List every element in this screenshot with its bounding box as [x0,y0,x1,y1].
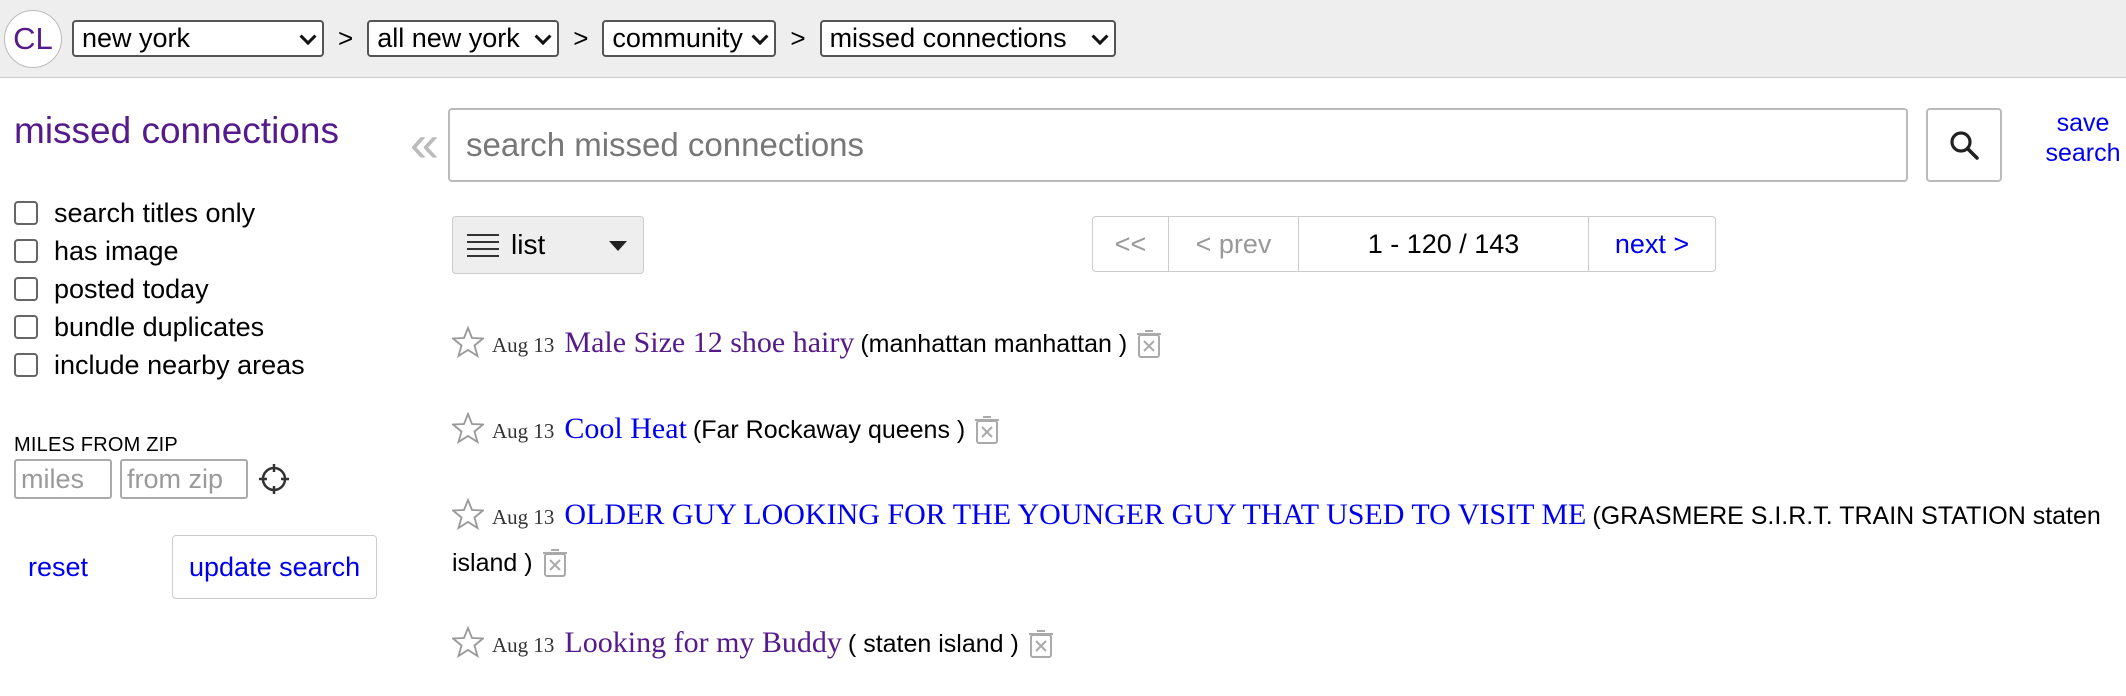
list-item: Aug 13 Male Size 12 shoe hairy (manhattan … [452,320,2126,368]
filter-label: has image [54,235,179,266]
subarea-select-value: all new york [377,23,520,53]
subarea-select[interactable]: all new york [367,20,560,57]
post-title-link[interactable]: OLDER GUY LOOKING FOR THE YOUNGER GUY TH… [564,498,1586,531]
filter-label: include nearby areas [54,349,305,380]
chevron-down-icon [299,27,317,45]
zip-input[interactable]: from zip [120,459,248,499]
category-select[interactable]: community [602,20,777,57]
filter-search-titles-only[interactable]: search titles only [14,194,394,232]
filter-has-image[interactable]: has image [14,232,394,270]
breadcrumb-separator: > [338,23,354,53]
search-icon [1950,131,1979,160]
posted-today-checkbox[interactable] [14,277,38,301]
include-nearby-areas-checkbox[interactable] [14,353,38,377]
miles-input[interactable]: miles [14,459,112,499]
area-select-value: new york [82,23,191,53]
post-date: Aug 13 [492,633,555,657]
save-search-line2: search [2045,139,2121,167]
post-date: Aug 13 [492,419,555,443]
pagination: << < prev 1 - 120 / 143 next > [1092,216,1716,272]
first-page-button[interactable]: << [1093,217,1169,271]
caret-down-icon [609,241,627,251]
post-title-link[interactable]: Looking for my Buddy [564,626,842,659]
result-range: 1 - 120 / 143 [1299,217,1589,271]
list-view-icon [467,234,499,257]
hide-trash-icon[interactable] [1135,329,1163,359]
collapse-sidebar-icon[interactable]: « [410,118,439,170]
bundle-duplicates-checkbox[interactable] [14,315,38,339]
next-page-button[interactable]: next > [1589,217,1715,271]
area-select[interactable]: new york [72,20,324,57]
star-icon[interactable] [452,626,484,658]
search-button[interactable] [1926,108,2002,182]
filter-bundle-duplicates[interactable]: bundle duplicates [14,308,394,346]
breadcrumb-separator: > [573,23,589,53]
filter-label: search titles only [54,197,256,228]
search-input[interactable]: search missed connections [448,108,1908,182]
chevron-down-icon [1091,27,1109,45]
page-title: missed connections [14,110,339,151]
post-title-link[interactable]: Cool Heat [564,412,686,445]
category-select-value: community [612,23,743,53]
top-bar: CL new york > all new york > community >… [0,0,2126,78]
list-item: Aug 13 Cool Heat (Far Rockaway queens ) [452,406,2126,454]
post-hood: (Far Rockaway queens ) [692,416,966,444]
miles-from-zip-label: MILES FROM ZIP [14,434,178,456]
hide-trash-icon[interactable] [1027,629,1055,659]
star-icon[interactable] [452,326,484,358]
post-hood: (manhattan manhattan ) [860,330,1128,358]
breadcrumb-separator: > [790,23,806,53]
craigslist-logo[interactable]: CL [4,9,62,68]
crosshair-icon[interactable] [258,463,290,495]
update-search-button[interactable]: update search [172,535,378,599]
prev-page-button[interactable]: < prev [1169,217,1299,271]
post-hood: ( staten island ) [847,630,1019,658]
save-search-link[interactable]: save search [2040,108,2126,168]
post-title-link[interactable]: Male Size 12 shoe hairy [564,326,854,359]
results-list: Aug 13 Male Size 12 shoe hairy (manhattan … [452,320,2126,668]
view-mode-label: list [511,229,546,260]
view-mode-select[interactable]: list [452,216,644,274]
subcategory-select-value: missed connections [829,23,1067,53]
reset-link[interactable]: reset [28,552,172,583]
search-titles-only-checkbox[interactable] [14,201,38,225]
post-date: Aug 13 [492,505,555,529]
filter-include-nearby-areas[interactable]: include nearby areas [14,346,394,384]
filter-sidebar: missed connections search titles only ha… [14,110,394,599]
chevron-down-icon [751,27,769,45]
post-date: Aug 13 [492,333,555,357]
chevron-down-icon [534,27,552,45]
subcategory-select[interactable]: missed connections [819,20,1116,57]
list-item: Aug 13 OLDER GUY LOOKING FOR THE YOUNGER … [452,492,2126,586]
list-item: Aug 13 Looking for my Buddy( staten islan… [452,620,2126,668]
filter-label: posted today [54,273,209,304]
star-icon[interactable] [452,498,484,530]
has-image-checkbox[interactable] [14,239,38,263]
filter-posted-today[interactable]: posted today [14,270,394,308]
star-icon[interactable] [452,412,484,444]
filter-label: bundle duplicates [54,311,265,342]
hide-trash-icon[interactable] [541,548,569,578]
save-search-line1: save [2056,109,2110,137]
hide-trash-icon[interactable] [973,415,1001,445]
